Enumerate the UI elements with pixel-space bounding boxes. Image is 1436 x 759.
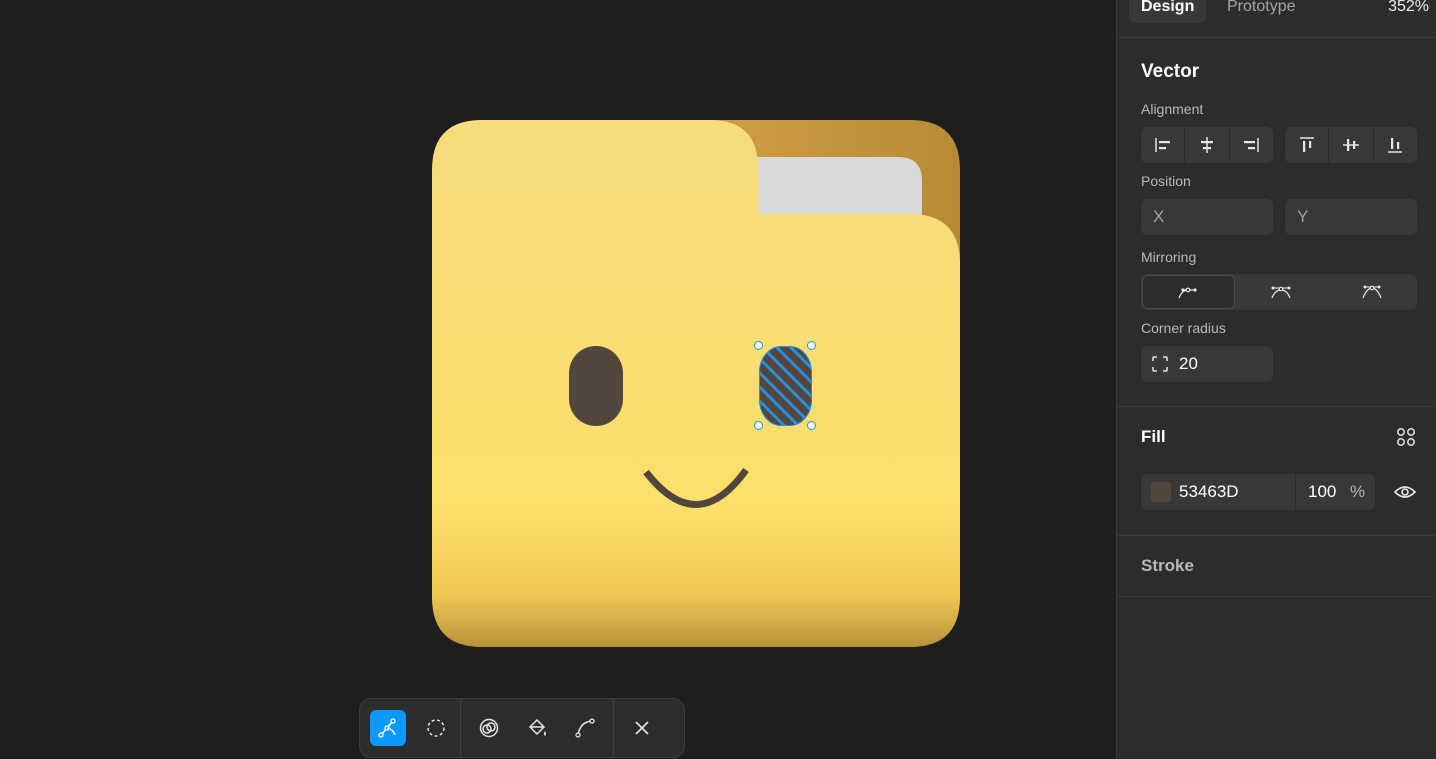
mirroring-angle-button[interactable]: [1236, 274, 1327, 310]
corner-radius-field[interactable]: 20: [1141, 346, 1273, 382]
left-eye[interactable]: [569, 346, 623, 426]
paint-bucket-button[interactable]: [519, 710, 555, 746]
corner-radius-value[interactable]: 20: [1179, 354, 1198, 374]
folder-illustration[interactable]: [420, 105, 980, 665]
align-bottom-button[interactable]: [1372, 127, 1417, 163]
align-right-button[interactable]: [1228, 127, 1273, 163]
vertex-handle-top-left[interactable]: [754, 341, 763, 350]
fill-color-swatch[interactable]: [1151, 482, 1171, 502]
exit-edit-mode-button[interactable]: [624, 710, 660, 746]
align-horizontal-center-button[interactable]: [1184, 127, 1228, 163]
zoom-level[interactable]: 352%: [1388, 0, 1429, 23]
vector-edit-toolbar: [359, 698, 685, 758]
fill-section-title: Fill: [1141, 427, 1166, 446]
mirroring-angle-length-button[interactable]: [1326, 274, 1417, 310]
mirror-angle-and-length-icon: [1362, 285, 1382, 299]
corner-radius-icon: [1152, 356, 1168, 372]
position-y-field[interactable]: Y: [1285, 199, 1417, 235]
no-mirroring-icon: [1178, 287, 1197, 299]
vector-section-title: Vector: [1141, 61, 1200, 82]
bend-tool-icon: [378, 718, 396, 738]
mirroring-label: Mirroring: [1141, 249, 1197, 265]
properties-panel: Design Prototype 352% Vector Alignment P…: [1116, 0, 1436, 759]
fill-hex-input[interactable]: 53463D: [1179, 482, 1295, 502]
align-right-icon: [1244, 138, 1260, 152]
section-divider: [1117, 406, 1436, 407]
close-icon: [635, 721, 649, 735]
lasso-tool-icon: [427, 719, 445, 737]
vertex-handle-bottom-left[interactable]: [754, 421, 763, 430]
eye-visibility-icon[interactable]: [1393, 482, 1417, 502]
align-top-button[interactable]: [1285, 127, 1328, 163]
corner-radius-label: Corner radius: [1141, 320, 1226, 336]
vertical-alignment-group: [1285, 127, 1417, 163]
bend-tool-button[interactable]: [370, 710, 406, 746]
smile-mouth[interactable]: [640, 460, 755, 515]
alignment-label: Alignment: [1141, 101, 1204, 117]
tab-design[interactable]: Design: [1129, 0, 1207, 23]
align-top-icon: [1299, 137, 1314, 152]
cut-path-icon: [575, 718, 595, 738]
design-canvas[interactable]: [0, 0, 1116, 759]
align-bottom-icon: [1388, 138, 1403, 153]
shape-builder-button[interactable]: [471, 710, 507, 746]
vertex-handle-top-right[interactable]: [807, 341, 816, 350]
fill-divider: [1295, 474, 1296, 510]
position-label: Position: [1141, 173, 1191, 189]
mirror-angle-icon: [1271, 286, 1291, 299]
align-horizontal-center-icon: [1200, 137, 1213, 153]
panel-tabs: Design Prototype 352%: [1117, 0, 1436, 38]
align-left-icon: [1154, 138, 1170, 152]
cut-path-button[interactable]: [567, 710, 603, 746]
align-left-button[interactable]: [1141, 127, 1184, 163]
tab-prototype[interactable]: Prototype: [1215, 0, 1307, 23]
align-vertical-center-icon: [1342, 139, 1359, 151]
shape-builder-icon: [479, 718, 499, 738]
position-x-field[interactable]: X: [1141, 199, 1273, 235]
fill-color-row: 53463D 100 %: [1141, 474, 1375, 510]
paint-bucket-icon: [528, 718, 546, 736]
vertex-handle-bottom-right[interactable]: [807, 421, 816, 430]
align-vertical-center-button[interactable]: [1328, 127, 1372, 163]
fill-opacity-unit: %: [1350, 482, 1366, 501]
mirroring-options: [1141, 274, 1417, 310]
stroke-section-title[interactable]: Stroke: [1141, 556, 1194, 576]
selected-right-eye-vector[interactable]: [754, 341, 816, 430]
styles-grid-icon[interactable]: [1396, 427, 1416, 447]
section-divider: [1117, 535, 1436, 536]
mirroring-none-button[interactable]: [1142, 275, 1235, 309]
horizontal-alignment-group: [1141, 127, 1273, 163]
lasso-tool-button[interactable]: [418, 710, 454, 746]
fill-opacity-input[interactable]: 100: [1308, 482, 1346, 502]
section-divider: [1117, 596, 1436, 597]
